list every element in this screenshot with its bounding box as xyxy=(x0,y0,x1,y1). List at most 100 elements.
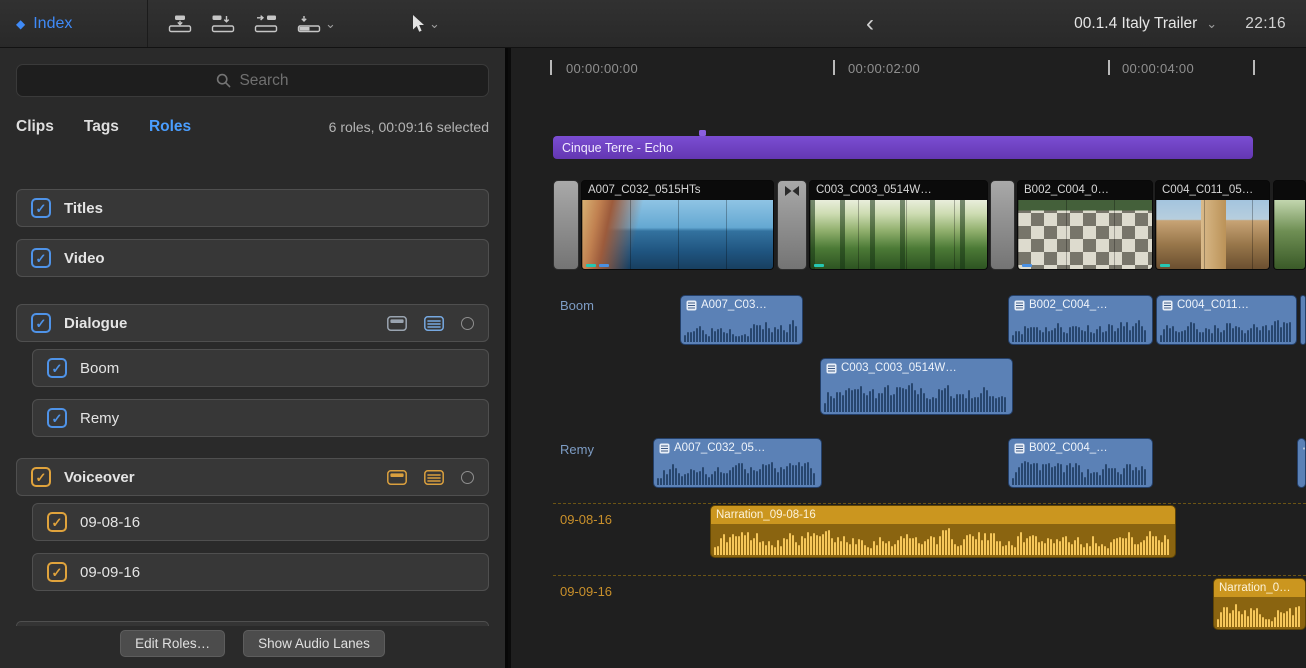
collapse-lanes-icon xyxy=(387,470,407,485)
append-edit-button[interactable] xyxy=(252,12,280,35)
tab-clips[interactable]: Clips xyxy=(16,118,54,136)
timeline-ruler[interactable]: 00:00:00:00 00:00:02:00 00:00:04:00 xyxy=(511,48,1306,90)
ruler-label: 00:00:02:00 xyxy=(848,61,920,76)
audio-clip-name: A007_C03… xyxy=(681,296,802,314)
audio-clip-label: A007_C032_05… xyxy=(674,442,765,454)
audio-clip-boom-c003[interactable]: C003_C003_0514W… xyxy=(820,358,1013,415)
project-name: 00.1.4 Italy Trailer xyxy=(1074,15,1197,33)
audio-waveform xyxy=(1012,315,1149,342)
role-color-dashes xyxy=(586,264,609,267)
project-selector[interactable]: 00.1.4 Italy Trailer ⌄ xyxy=(1074,15,1217,33)
audio-clip-narration-0909[interactable]: Narration_0… xyxy=(1213,578,1306,630)
dialogue-lane-controls xyxy=(387,316,474,331)
overwrite-edit-button[interactable]: ⌄ xyxy=(295,12,338,35)
audio-clip-edge[interactable] xyxy=(1297,438,1306,488)
role-label: Dialogue xyxy=(64,315,127,332)
take-0909-checkbox[interactable]: ✓ xyxy=(47,562,67,582)
timecode-display: 22:16 xyxy=(1245,15,1286,33)
index-label: Index xyxy=(33,15,72,33)
role-row-titles[interactable]: ✓ Titles xyxy=(16,189,489,227)
index-footer: Edit Roles… Show Audio Lanes xyxy=(0,630,505,657)
role-row-remy[interactable]: ✓ Remy xyxy=(32,399,489,437)
append-edit-icon xyxy=(254,14,278,33)
tab-roles[interactable]: Roles xyxy=(149,118,191,136)
audio-role-icon xyxy=(686,300,697,311)
title-clip-label: Cinque Terre - Echo xyxy=(562,141,673,155)
edit-roles-button[interactable]: Edit Roles… xyxy=(120,630,225,657)
boom-checkbox[interactable]: ✓ xyxy=(47,358,67,378)
search-input[interactable]: Search xyxy=(16,64,489,97)
video-thumbnail xyxy=(1156,200,1269,269)
audio-clip-name: Narration_09-08-16 xyxy=(711,506,1175,524)
video-thumbnail xyxy=(582,200,773,269)
audio-waveform xyxy=(1160,315,1293,342)
role-row-09-08-16[interactable]: ✓ 09-08-16 xyxy=(32,503,489,541)
index-tabs: Clips Tags Roles 6 roles, 00:09:16 selec… xyxy=(16,112,489,142)
dialogue-checkbox[interactable]: ✓ xyxy=(31,313,51,333)
insert-edit-button[interactable] xyxy=(209,12,237,35)
timeline-back-button[interactable]: ‹ xyxy=(860,0,880,47)
connect-edit-button[interactable] xyxy=(166,12,194,35)
video-clip-edge[interactable] xyxy=(1273,180,1306,270)
audio-clip-boom-a007[interactable]: A007_C03… xyxy=(680,295,803,345)
audio-clip-label: C004_C011… xyxy=(1177,299,1249,311)
video-clip-c004[interactable]: C004_C011_05… xyxy=(1155,180,1270,270)
title-clip[interactable]: Cinque Terre - Echo xyxy=(553,136,1253,159)
ruler-tick xyxy=(550,60,552,75)
audio-waveform xyxy=(684,315,799,342)
audio-clip-remy-b002[interactable]: B002_C004_… xyxy=(1008,438,1153,488)
index-toggle-button[interactable]: ◆ Index xyxy=(16,0,72,47)
show-lanes-button[interactable] xyxy=(424,470,444,485)
audio-clip-name: B002_C004_… xyxy=(1009,296,1152,314)
audio-clip-remy-a007[interactable]: A007_C032_05… xyxy=(653,438,822,488)
audio-role-icon xyxy=(1303,443,1305,454)
video-clip-label: C004_C011_05… xyxy=(1156,181,1269,200)
audio-role-icon xyxy=(659,443,670,454)
video-clip-a007[interactable]: A007_C032_0515HTs xyxy=(581,180,774,270)
video-clip-label: B002_C004_0… xyxy=(1018,181,1152,200)
remy-checkbox[interactable]: ✓ xyxy=(47,408,67,428)
focus-radio-button[interactable] xyxy=(461,471,474,484)
audio-clip-boom-b002[interactable]: B002_C004_… xyxy=(1008,295,1153,345)
video-clip-b002[interactable]: B002_C004_0… xyxy=(1017,180,1153,270)
video-checkbox[interactable]: ✓ xyxy=(31,248,51,268)
transition-clip[interactable] xyxy=(990,180,1015,270)
chevron-down-icon: ⌄ xyxy=(429,17,440,30)
transition-clip[interactable] xyxy=(553,180,579,270)
role-color-dashes xyxy=(814,264,824,267)
timeline: 00:00:00:00 00:00:02:00 00:00:04:00 Cinq… xyxy=(511,48,1306,668)
audio-clip-name xyxy=(1298,439,1305,457)
arrow-tool-button[interactable]: ⌄ xyxy=(408,12,442,36)
audio-clip-edge[interactable] xyxy=(1300,295,1306,345)
role-row-voiceover[interactable]: ✓ Voiceover xyxy=(16,458,489,496)
tab-tags[interactable]: Tags xyxy=(84,118,119,136)
lane-label-09-08-16: 09-08-16 xyxy=(560,512,612,527)
audio-clip-label: C003_C003_0514W… xyxy=(841,362,957,374)
role-row-dialogue[interactable]: ✓ Dialogue xyxy=(16,304,489,342)
audio-clip-boom-c004[interactable]: C004_C011… xyxy=(1156,295,1297,345)
audio-clip-name: Narration_0… xyxy=(1214,579,1305,597)
collapse-lanes-button[interactable] xyxy=(387,316,407,331)
video-thumbnail xyxy=(810,200,987,269)
role-row-09-09-16[interactable]: ✓ 09-09-16 xyxy=(32,553,489,591)
ruler-tick xyxy=(1253,60,1255,75)
titles-checkbox[interactable]: ✓ xyxy=(31,198,51,218)
lane-label-boom: Boom xyxy=(560,298,594,313)
cross-dissolve-transition[interactable] xyxy=(777,180,807,270)
role-row-boom[interactable]: ✓ Boom xyxy=(32,349,489,387)
take-0908-checkbox[interactable]: ✓ xyxy=(47,512,67,532)
audio-waveform xyxy=(1012,458,1149,485)
collapse-lanes-button[interactable] xyxy=(387,470,407,485)
video-clip-c003[interactable]: C003_C003_0514W… xyxy=(809,180,988,270)
audio-role-icon xyxy=(826,363,837,374)
video-clip-label: A007_C032_0515HTs xyxy=(582,181,773,200)
role-row-video[interactable]: ✓ Video xyxy=(16,239,489,277)
insert-edit-icon xyxy=(211,14,235,33)
show-lanes-button[interactable] xyxy=(424,316,444,331)
audio-clip-narration-0908[interactable]: Narration_09-08-16 xyxy=(710,505,1176,558)
voiceover-checkbox[interactable]: ✓ xyxy=(31,467,51,487)
role-label: Remy xyxy=(80,410,119,427)
focus-radio-button[interactable] xyxy=(461,317,474,330)
show-audio-lanes-button[interactable]: Show Audio Lanes xyxy=(243,630,385,657)
toolbar-divider xyxy=(147,0,148,47)
